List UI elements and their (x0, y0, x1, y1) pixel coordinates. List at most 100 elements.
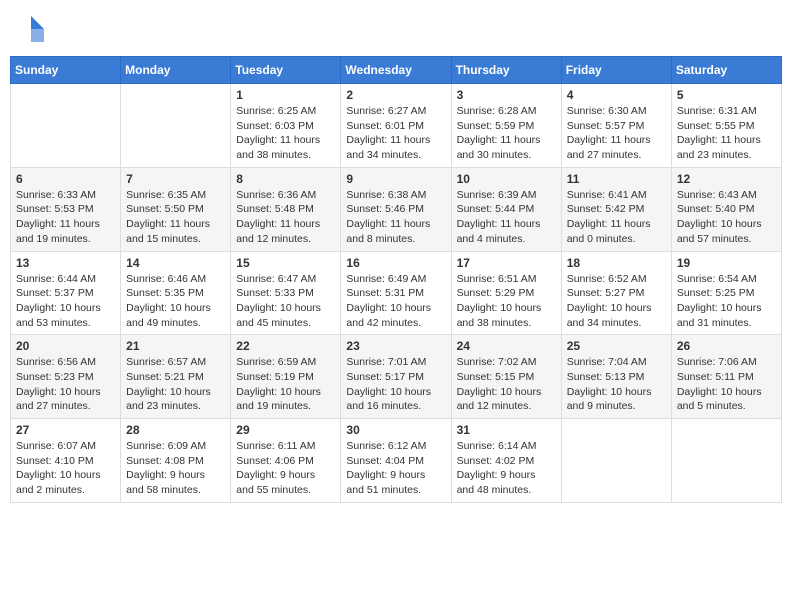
calendar-body: 1 Sunrise: 6:25 AMSunset: 6:03 PMDaylight… (11, 84, 782, 503)
day-number: 1 (236, 88, 335, 102)
calendar-week-row: 6 Sunrise: 6:33 AMSunset: 5:53 PMDaylight… (11, 167, 782, 251)
day-number: 22 (236, 339, 335, 353)
calendar-week-row: 27 Sunrise: 6:07 AMSunset: 4:10 PMDayligh… (11, 419, 782, 503)
calendar-cell: 6 Sunrise: 6:33 AMSunset: 5:53 PMDaylight… (11, 167, 121, 251)
calendar-cell (121, 84, 231, 168)
day-number: 21 (126, 339, 225, 353)
calendar-cell: 11 Sunrise: 6:41 AMSunset: 5:42 PMDayligh… (561, 167, 671, 251)
day-info: Sunrise: 6:44 AMSunset: 5:37 PMDaylight:… (16, 272, 115, 331)
day-info: Sunrise: 7:01 AMSunset: 5:17 PMDaylight:… (346, 355, 445, 414)
calendar-cell: 23Sunrise: 7:01 AMSunset: 5:17 PMDayligh… (341, 335, 451, 419)
calendar-cell: 31Sunrise: 6:14 AMSunset: 4:02 PMDayligh… (451, 419, 561, 503)
day-number: 30 (346, 423, 445, 437)
day-info: Sunrise: 6:43 AMSunset: 5:40 PMDaylight:… (677, 188, 776, 247)
calendar-cell: 14 Sunrise: 6:46 AMSunset: 5:35 PMDayligh… (121, 251, 231, 335)
calendar-cell: 18 Sunrise: 6:52 AMSunset: 5:27 PMDayligh… (561, 251, 671, 335)
weekday-header-sunday: Sunday (11, 57, 121, 84)
day-info: Sunrise: 6:11 AMSunset: 4:06 PMDaylight:… (236, 439, 335, 498)
calendar-week-row: 13 Sunrise: 6:44 AMSunset: 5:37 PMDayligh… (11, 251, 782, 335)
day-info: Sunrise: 6:30 AMSunset: 5:57 PMDaylight:… (567, 104, 666, 163)
calendar-cell: 24 Sunrise: 7:02 AMSunset: 5:15 PMDayligh… (451, 335, 561, 419)
day-info: Sunrise: 6:49 AMSunset: 5:31 PMDaylight:… (346, 272, 445, 331)
day-number: 15 (236, 256, 335, 270)
day-number: 28 (126, 423, 225, 437)
day-info: Sunrise: 6:12 AMSunset: 4:04 PMDaylight:… (346, 439, 445, 498)
day-number: 3 (457, 88, 556, 102)
day-number: 5 (677, 88, 776, 102)
page-header (10, 10, 782, 48)
day-info: Sunrise: 6:35 AMSunset: 5:50 PMDaylight:… (126, 188, 225, 247)
weekday-header-wednesday: Wednesday (341, 57, 451, 84)
day-info: Sunrise: 7:04 AMSunset: 5:13 PMDaylight:… (567, 355, 666, 414)
day-number: 14 (126, 256, 225, 270)
day-info: Sunrise: 6:46 AMSunset: 5:35 PMDaylight:… (126, 272, 225, 331)
day-info: Sunrise: 6:14 AMSunset: 4:02 PMDaylight:… (457, 439, 556, 498)
calendar-cell: 8Sunrise: 6:36 AMSunset: 5:48 PMDaylight… (231, 167, 341, 251)
day-info: Sunrise: 7:06 AMSunset: 5:11 PMDaylight:… (677, 355, 776, 414)
day-info: Sunrise: 6:27 AMSunset: 6:01 PMDaylight:… (346, 104, 445, 163)
day-info: Sunrise: 6:54 AMSunset: 5:25 PMDaylight:… (677, 272, 776, 331)
calendar-cell: 12 Sunrise: 6:43 AMSunset: 5:40 PMDayligh… (671, 167, 781, 251)
day-info: Sunrise: 6:33 AMSunset: 5:53 PMDaylight:… (16, 188, 115, 247)
day-info: Sunrise: 6:57 AMSunset: 5:21 PMDaylight:… (126, 355, 225, 414)
calendar-cell: 5 Sunrise: 6:31 AMSunset: 5:55 PMDaylight… (671, 84, 781, 168)
calendar-cell: 10 Sunrise: 6:39 AMSunset: 5:44 PMDayligh… (451, 167, 561, 251)
day-number: 24 (457, 339, 556, 353)
day-number: 10 (457, 172, 556, 186)
day-info: Sunrise: 6:52 AMSunset: 5:27 PMDaylight:… (567, 272, 666, 331)
calendar-cell: 16Sunrise: 6:49 AMSunset: 5:31 PMDayligh… (341, 251, 451, 335)
calendar-cell: 17 Sunrise: 6:51 AMSunset: 5:29 PMDayligh… (451, 251, 561, 335)
calendar-table: SundayMondayTuesdayWednesdayThursdayFrid… (10, 56, 782, 503)
calendar-cell: 22 Sunrise: 6:59 AMSunset: 5:19 PMDayligh… (231, 335, 341, 419)
weekday-header-row: SundayMondayTuesdayWednesdayThursdayFrid… (11, 57, 782, 84)
day-number: 18 (567, 256, 666, 270)
calendar-cell: 20 Sunrise: 6:56 AMSunset: 5:23 PMDayligh… (11, 335, 121, 419)
calendar-week-row: 20 Sunrise: 6:56 AMSunset: 5:23 PMDayligh… (11, 335, 782, 419)
weekday-header-friday: Friday (561, 57, 671, 84)
day-number: 2 (346, 88, 445, 102)
day-info: Sunrise: 6:41 AMSunset: 5:42 PMDaylight:… (567, 188, 666, 247)
day-info: Sunrise: 6:09 AMSunset: 4:08 PMDaylight:… (126, 439, 225, 498)
day-info: Sunrise: 6:39 AMSunset: 5:44 PMDaylight:… (457, 188, 556, 247)
calendar-cell: 26 Sunrise: 7:06 AMSunset: 5:11 PMDayligh… (671, 335, 781, 419)
day-info: Sunrise: 6:31 AMSunset: 5:55 PMDaylight:… (677, 104, 776, 163)
calendar-cell (561, 419, 671, 503)
logo (16, 14, 50, 44)
calendar-cell: 27 Sunrise: 6:07 AMSunset: 4:10 PMDayligh… (11, 419, 121, 503)
day-info: Sunrise: 6:25 AMSunset: 6:03 PMDaylight:… (236, 104, 335, 163)
day-number: 27 (16, 423, 115, 437)
day-number: 9 (346, 172, 445, 186)
day-number: 6 (16, 172, 115, 186)
day-info: Sunrise: 6:51 AMSunset: 5:29 PMDaylight:… (457, 272, 556, 331)
calendar-cell: 15Sunrise: 6:47 AMSunset: 5:33 PMDayligh… (231, 251, 341, 335)
calendar-cell (671, 419, 781, 503)
calendar-cell: 29 Sunrise: 6:11 AMSunset: 4:06 PMDayligh… (231, 419, 341, 503)
weekday-header-thursday: Thursday (451, 57, 561, 84)
day-info: Sunrise: 6:36 AMSunset: 5:48 PMDaylight:… (236, 188, 335, 247)
day-info: Sunrise: 6:28 AMSunset: 5:59 PMDaylight:… (457, 104, 556, 163)
weekday-header-tuesday: Tuesday (231, 57, 341, 84)
calendar-cell: 30 Sunrise: 6:12 AMSunset: 4:04 PMDayligh… (341, 419, 451, 503)
day-number: 20 (16, 339, 115, 353)
calendar-cell: 1 Sunrise: 6:25 AMSunset: 6:03 PMDaylight… (231, 84, 341, 168)
calendar-cell: 9 Sunrise: 6:38 AMSunset: 5:46 PMDaylight… (341, 167, 451, 251)
day-number: 11 (567, 172, 666, 186)
day-info: Sunrise: 6:07 AMSunset: 4:10 PMDaylight:… (16, 439, 115, 498)
calendar-cell: 19 Sunrise: 6:54 AMSunset: 5:25 PMDayligh… (671, 251, 781, 335)
calendar-cell: 2 Sunrise: 6:27 AMSunset: 6:01 PMDaylight… (341, 84, 451, 168)
calendar-cell: 4Sunrise: 6:30 AMSunset: 5:57 PMDaylight… (561, 84, 671, 168)
logo-icon (16, 14, 46, 44)
day-info: Sunrise: 7:02 AMSunset: 5:15 PMDaylight:… (457, 355, 556, 414)
day-number: 26 (677, 339, 776, 353)
day-number: 12 (677, 172, 776, 186)
day-number: 29 (236, 423, 335, 437)
day-info: Sunrise: 6:38 AMSunset: 5:46 PMDaylight:… (346, 188, 445, 247)
day-number: 19 (677, 256, 776, 270)
weekday-header-monday: Monday (121, 57, 231, 84)
weekday-header-saturday: Saturday (671, 57, 781, 84)
calendar-cell: 7Sunrise: 6:35 AMSunset: 5:50 PMDaylight… (121, 167, 231, 251)
day-info: Sunrise: 6:59 AMSunset: 5:19 PMDaylight:… (236, 355, 335, 414)
day-number: 17 (457, 256, 556, 270)
day-number: 13 (16, 256, 115, 270)
day-info: Sunrise: 6:56 AMSunset: 5:23 PMDaylight:… (16, 355, 115, 414)
